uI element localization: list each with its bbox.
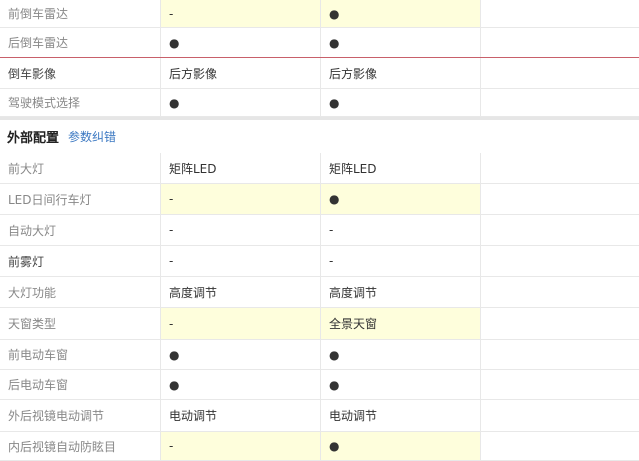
row-label: 大灯功能 — [8, 285, 57, 300]
spec-value-2: 电动调节 — [320, 400, 480, 431]
row-label: 天窗类型 — [8, 317, 57, 331]
table-row: 前倒车雷达 - ● — [0, 0, 639, 28]
spec-value-1: ● — [160, 89, 320, 116]
table-row: 后倒车雷达 ● ● — [0, 28, 639, 58]
spec-value-3 — [480, 432, 639, 460]
row-label: LED日间行车灯 — [8, 192, 92, 207]
spec-value-2: 后方影像 — [320, 58, 480, 88]
spec-value-3 — [480, 340, 639, 369]
table-row: 前雾灯 - - — [0, 246, 639, 277]
table-row: 大灯功能 高度调节 高度调节 — [0, 277, 639, 308]
section-header-exterior: 外部配置 参数纠错 — [0, 117, 639, 153]
spec-value-3 — [480, 308, 639, 339]
spec-value-3 — [480, 153, 639, 183]
spec-value-1: - — [160, 432, 320, 460]
row-label: 前倒车雷达 — [8, 7, 69, 21]
spec-value-2: ● — [320, 89, 480, 116]
spec-value-1: - — [160, 0, 320, 27]
spec-value-2: ● — [320, 370, 480, 399]
row-label: 前电动车窗 — [8, 348, 69, 362]
row-label: 后倒车雷达 — [8, 36, 69, 50]
spec-value-2: 全景天窗 — [320, 308, 480, 339]
spec-value-1: 后方影像 — [160, 58, 320, 88]
spec-value-2: ● — [320, 432, 480, 460]
spec-value-2: ● — [320, 184, 480, 214]
spec-value-3 — [480, 184, 639, 214]
spec-value-3 — [480, 0, 639, 27]
spec-value-3 — [480, 89, 639, 116]
spec-value-2: ● — [320, 0, 480, 27]
table-row: 前电动车窗 ● ● — [0, 340, 639, 370]
spec-value-1: - — [160, 246, 320, 276]
spec-value-1: 电动调节 — [160, 400, 320, 431]
row-label: 外后视镜电动调节 — [8, 409, 105, 423]
spec-value-1: ● — [160, 340, 320, 369]
spec-value-1: 矩阵LED — [160, 153, 320, 183]
spec-value-1: ● — [160, 28, 320, 57]
spec-value-2: 矩阵LED — [320, 153, 480, 183]
spec-value-1: - — [160, 215, 320, 245]
row-label: 内后视镜自动防眩目 — [8, 439, 117, 454]
table-row: 倒车影像 后方影像 后方影像 — [0, 58, 639, 89]
spec-value-3 — [480, 28, 639, 57]
table-row: 外后视镜电动调节 电动调节 电动调节 — [0, 400, 639, 432]
spec-value-1: - — [160, 308, 320, 339]
spec-value-2: - — [320, 246, 480, 276]
row-label: 前雾灯 — [8, 254, 45, 269]
spec-value-3 — [480, 58, 639, 88]
row-label: 倒车影像 — [8, 66, 57, 81]
spec-value-1: ● — [160, 370, 320, 399]
spec-value-3 — [480, 215, 639, 245]
table-row: 天窗类型 - 全景天窗 — [0, 308, 639, 340]
spec-value-3 — [480, 400, 639, 431]
spec-value-1: 高度调节 — [160, 277, 320, 307]
table-row: 内后视镜自动防眩目 - ● — [0, 432, 639, 461]
row-label: 自动大灯 — [8, 223, 57, 238]
row-label: 后电动车窗 — [8, 378, 69, 392]
table-row: 前大灯 矩阵LED 矩阵LED — [0, 153, 639, 184]
table-row: LED日间行车灯 - ● — [0, 184, 639, 215]
report-error-link[interactable]: 参数纠错 — [68, 128, 116, 145]
spec-value-3 — [480, 277, 639, 307]
spec-value-2: ● — [320, 340, 480, 369]
row-label: 驾驶模式选择 — [8, 96, 81, 110]
spec-value-2: 高度调节 — [320, 277, 480, 307]
row-label: 前大灯 — [8, 161, 45, 176]
spec-value-1: - — [160, 184, 320, 214]
spec-value-2: ● — [320, 28, 480, 57]
spec-value-3 — [480, 246, 639, 276]
table-row: 后电动车窗 ● ● — [0, 370, 639, 400]
table-row: 驾驶模式选择 ● ● — [0, 89, 639, 117]
table-row: 自动大灯 - - — [0, 215, 639, 246]
spec-value-2: - — [320, 215, 480, 245]
spec-value-3 — [480, 370, 639, 399]
section-title: 外部配置 — [7, 131, 60, 146]
